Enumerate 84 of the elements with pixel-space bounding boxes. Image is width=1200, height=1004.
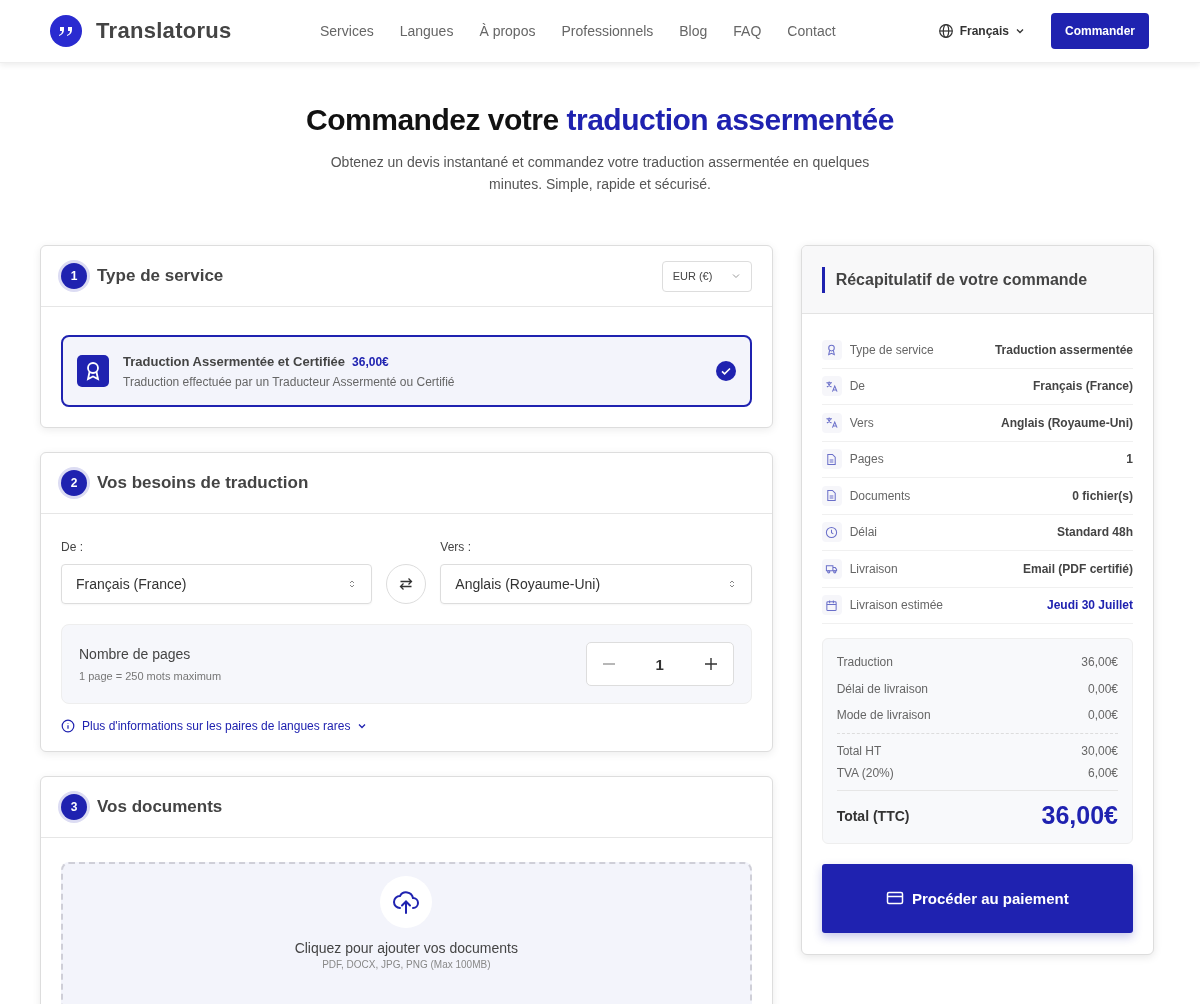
summary-value: Standard 48h (1056, 525, 1133, 540)
credit-card-icon (885, 889, 904, 907)
page-subtitle: Obtenez un devis instantané et commandez votre traduction assermentée en quelques minutes. Simple, rapide et sécurisé. (329, 153, 871, 194)
chevron-down-icon (730, 271, 741, 281)
step-number: 3 (61, 794, 87, 820)
field-label: De : (61, 540, 84, 554)
service-option[interactable]: Traduction Assermentée et Certifiée 36,00€ Traduction effectuée par un Traducteur Assermenté ou Certifié (61, 335, 752, 407)
summary-label: Documents (849, 488, 912, 503)
step-title: Type de service (97, 266, 225, 286)
swap-arrows-icon (398, 576, 415, 592)
option-title: Traduction Assermentée et Certifiée (123, 353, 346, 369)
pages-label: Nombre de pages (79, 646, 192, 662)
nav-link[interactable]: Professionnels (561, 23, 654, 39)
plus-icon (703, 657, 718, 671)
currency-select[interactable]: EUR (€) (661, 260, 752, 292)
summary-label: Type de service (849, 342, 935, 357)
summary-label: Vers (849, 415, 875, 430)
payment-button[interactable]: Procéder au paiement (821, 863, 1133, 933)
document-icon (825, 452, 839, 466)
cost-value: 0,00€ (1087, 708, 1118, 723)
cost-value: 0,00€ (1087, 681, 1118, 696)
step-title: Vos besoins de traduction (97, 473, 310, 493)
nav-link[interactable]: FAQ (733, 23, 762, 39)
page-title: Commandez votre traduction assermentée (305, 103, 895, 137)
calendar-icon (825, 598, 839, 612)
field-label: Vers : (440, 540, 472, 554)
upload-instruction: Cliquez pour ajouter vos documents (294, 940, 518, 956)
order-button[interactable]: Commander (1051, 13, 1149, 49)
cost-label: Traduction (836, 655, 893, 670)
summary-label: Délai (849, 525, 878, 540)
pages-hint: 1 page = 250 mots maximum (79, 670, 222, 682)
tax-value: 30,00€ (1081, 743, 1118, 758)
upload-dropzone[interactable]: Cliquez pour ajouter vos documents PDF, DOCX, JPG, PNG (Max 100MB) (61, 862, 752, 1004)
translate-icon (825, 416, 839, 430)
summary-value: 1 (1126, 452, 1133, 467)
summary-value: Jeudi 30 Juillet (1046, 598, 1133, 613)
tax-label: TVA (20%) (836, 765, 894, 780)
summary-value: 0 fichier(s) (1072, 488, 1133, 503)
swap-languages-button[interactable] (386, 564, 427, 604)
award-icon (77, 355, 109, 387)
clock-icon (825, 525, 839, 539)
summary-value: Anglais (Royaume-Uni) (1001, 415, 1133, 430)
nav-link[interactable]: Blog (679, 23, 708, 39)
summary-title: Récapitulatif de votre commande (821, 266, 1088, 293)
upload-formats: PDF, DOCX, JPG, PNG (Max 100MB) (322, 959, 491, 970)
tax-value: 6,00€ (1087, 765, 1118, 780)
cost-label: Mode de livraison (836, 708, 931, 723)
cost-value: 36,00€ (1081, 655, 1118, 670)
nav-link[interactable]: Langues (399, 23, 454, 39)
nav-link[interactable]: À propos (479, 23, 536, 39)
check-icon (715, 361, 736, 381)
summary-label: Pages (849, 452, 885, 467)
quote-logo-icon (50, 15, 82, 47)
summary-label: Livraison estimée (849, 598, 944, 613)
summary-label: De (849, 379, 866, 394)
total-amount: 36,00€ (1041, 801, 1118, 830)
summary-value: Français (France) (1032, 379, 1133, 394)
document-icon (825, 489, 839, 503)
cost-label: Délai de livraison (836, 681, 929, 696)
translate-icon (825, 379, 839, 393)
cloud-upload-icon (392, 888, 421, 916)
step-title: Vos documents (97, 797, 224, 817)
nav-link[interactable]: Contact (787, 23, 836, 39)
info-icon (61, 719, 75, 733)
source-language-select[interactable]: Français (France) (61, 564, 373, 604)
language-selector[interactable]: Français (937, 23, 1025, 39)
step-number: 1 (61, 263, 87, 289)
chevron-down-icon (1015, 26, 1025, 36)
summary-label: Livraison (849, 561, 899, 576)
brand-name: Translatorus (96, 18, 232, 44)
target-language-select[interactable]: Anglais (Royaume-Uni) (440, 564, 752, 604)
nav-link[interactable]: Services (320, 23, 374, 39)
option-description: Traduction effectuée par un Traducteur Assermenté ou Certifié (123, 374, 456, 389)
page-count-value: 1 (655, 655, 664, 673)
summary-value: Email (PDF certifié) (1022, 561, 1133, 576)
chevron-down-icon (357, 721, 368, 731)
option-price: 36,00€ (352, 354, 389, 369)
total-label: Total (TTC) (836, 807, 910, 824)
rare-language-info-link[interactable]: Plus d'informations sur les paires de langues rares (82, 719, 351, 733)
summary-value: Traduction assermentée (994, 342, 1133, 357)
tax-label: Total HT (836, 743, 882, 758)
globe-icon (937, 23, 954, 39)
step-number: 2 (61, 470, 87, 496)
truck-icon (825, 562, 839, 576)
